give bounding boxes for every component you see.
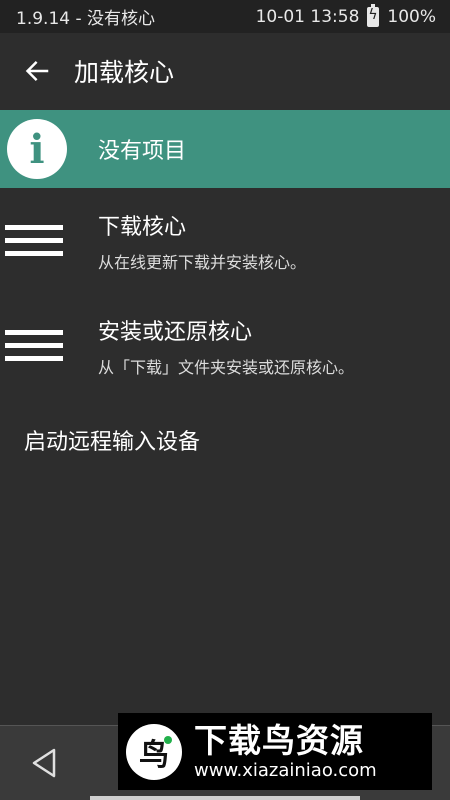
watermark-text: 下载鸟资源 www.xiazainiao.com <box>194 720 377 782</box>
watermark: 鸟 下载鸟资源 www.xiazainiao.com <box>118 713 432 790</box>
list-item-title: 下载核心 <box>98 214 187 240</box>
status-datetime: 10-01 13:58 <box>255 6 360 27</box>
status-bar: 1.9.14 - 没有核心 10-01 13:58 100% <box>0 0 450 33</box>
list-item-title: 安装或还原核心 <box>98 319 253 345</box>
battery-level: 100% <box>387 6 436 27</box>
back-button[interactable] <box>0 33 74 108</box>
page-title: 加载核心 <box>74 57 175 87</box>
list-item-text: 安装或还原核心 从「下载」文件夹安装或还原核心。 <box>98 314 354 378</box>
status-app-version: 1.9.14 - 没有核心 <box>16 9 156 29</box>
list-item-install-restore-core[interactable]: 安装或还原核心 从「下载」文件夹安装或还原核心。 <box>0 293 450 398</box>
home-indicator <box>90 796 360 800</box>
list-item-no-items[interactable]: i 没有项目 <box>0 110 450 188</box>
menu-icon <box>0 326 98 366</box>
app-bar: 加载核心 <box>0 33 450 108</box>
watermark-title: 下载鸟资源 <box>194 720 364 760</box>
list-item-subtitle: 从在线更新下载并安装核心。 <box>98 252 307 272</box>
list-item-download-core[interactable]: 下载核心 从在线更新下载并安装核心。 <box>0 188 450 293</box>
watermark-url: www.xiazainiao.com <box>194 759 377 781</box>
list-item-label: 没有项目 <box>98 139 187 164</box>
core-list: i 没有项目 下载核心 从在线更新下载并安装核心。 安装或还原核心 从「下载」文… <box>0 110 450 482</box>
status-right: 10-01 13:58 100% <box>255 3 436 27</box>
list-item-text: 下载核心 从在线更新下载并安装核心。 <box>98 209 306 273</box>
nav-back-icon[interactable] <box>28 746 62 780</box>
info-icon: i <box>7 119 67 179</box>
list-item-subtitle: 从「下载」文件夹安装或还原核心。 <box>98 357 355 377</box>
battery-icon <box>367 3 380 27</box>
screen: 1.9.14 - 没有核心 10-01 13:58 100% 加载核心 i 没有… <box>0 0 450 800</box>
arrow-left-icon <box>25 60 49 81</box>
list-item-remote-input[interactable]: 启动远程输入设备 <box>0 398 450 482</box>
watermark-logo-icon: 鸟 <box>126 723 182 780</box>
menu-icon <box>0 221 98 261</box>
